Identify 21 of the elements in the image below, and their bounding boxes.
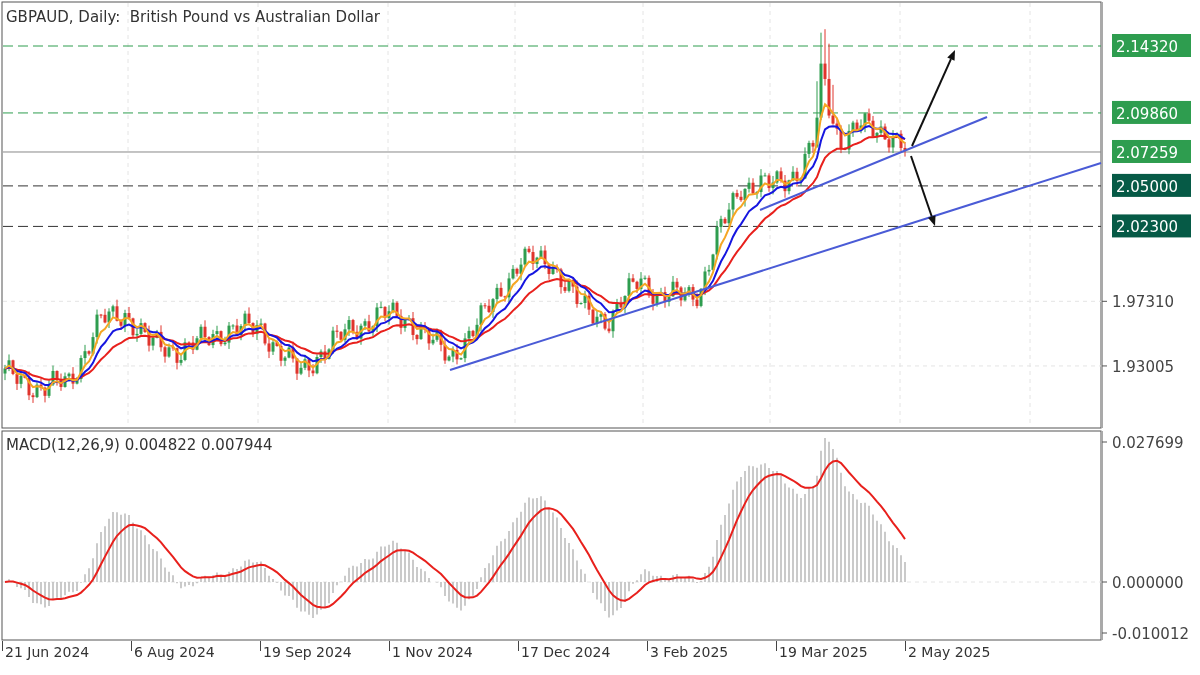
date-label: 6 Aug 2024 — [134, 644, 215, 660]
indicator-label: MACD(12,26,9) 0.004822 0.007944 — [6, 436, 273, 454]
date-label: 1 Nov 2024 — [392, 644, 473, 660]
arrow — [910, 155, 936, 226]
indicator-scale-label: 0.000000 — [1112, 574, 1184, 592]
price-label: 1.97310 — [1112, 293, 1175, 312]
price-badge: 2.09860 — [1112, 100, 1191, 124]
price-label: 1.93005 — [1112, 357, 1175, 376]
date-label: 19 Mar 2025 — [779, 644, 868, 660]
price-badge: 2.02300 — [1112, 214, 1191, 238]
indicator-scale-label: 0.027699 — [1112, 434, 1184, 452]
price-badge: 2.14320 — [1112, 34, 1191, 57]
indicator-scale-label: -0.010012 — [1112, 625, 1189, 641]
date-label: 17 Dec 2024 — [521, 644, 611, 660]
price-badge: 2.07259 — [1112, 140, 1191, 163]
date-label: 3 Feb 2025 — [650, 644, 729, 660]
date-label: 19 Sep 2024 — [263, 644, 352, 660]
chart-title: GBPAUD, Daily: British Pound vs Australian Dollar — [6, 8, 381, 26]
price-badge: 2.05000 — [1112, 173, 1191, 197]
date-label: 21 Jun 2024 — [5, 644, 90, 660]
date-label: 2 May 2025 — [908, 644, 991, 660]
